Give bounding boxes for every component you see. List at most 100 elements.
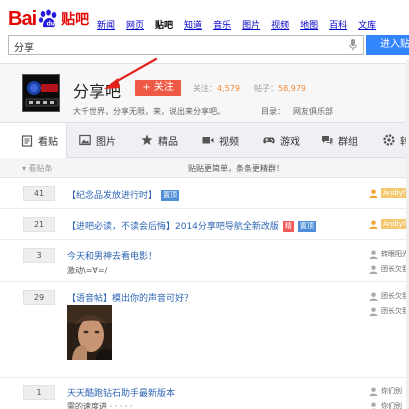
tab-video[interactable]: 视频 <box>202 123 239 157</box>
thread-title-text: 【进吧必读，不读会后悔】2014分享吧导航全新改版 <box>67 222 279 232</box>
thread-title[interactable]: 【纪念品发放进行时】 置顶 <box>67 188 180 201</box>
thread-author[interactable]: 你们别 <box>369 386 402 396</box>
thread-author[interactable]: 团长欠我 <box>369 291 409 301</box>
star-icon <box>141 134 153 145</box>
pinned-badge: 置顶 <box>297 221 316 232</box>
collapse-label: 看贴条 <box>28 164 53 173</box>
enter-tieba-button[interactable]: 进入贴吧 <box>366 35 409 55</box>
last-replier-name: 你们别 <box>381 402 402 409</box>
image-icon <box>79 134 91 146</box>
thread-author[interactable]: Andlyf <box>369 188 408 198</box>
tab-posts-label: 看贴 <box>38 137 58 148</box>
author-name: 你们别 <box>381 387 402 395</box>
microphone-icon[interactable] <box>349 39 357 51</box>
nav-news[interactable]: 新闻 <box>97 18 115 31</box>
video-icon <box>202 137 214 144</box>
thread-author[interactable]: 转眼阳光 <box>369 249 409 259</box>
follow-stat-label: 关注： <box>193 84 217 93</box>
thread-title[interactable]: 今天和男神去看电影！ <box>67 249 157 262</box>
nav-music[interactable]: 音乐 <box>213 18 231 31</box>
directory-link[interactable]: 网友俱乐部 <box>293 107 333 116</box>
nav-map[interactable]: 地图 <box>300 18 318 31</box>
tab-games[interactable]: 游戏 <box>263 123 300 157</box>
top-nav: 新闻 网页 贴吧 知道 音乐 图片 视频 地图 百科 文库 <box>97 18 387 31</box>
follow-stat: 关注：4,579 <box>193 83 240 94</box>
forum-name: 分享吧 <box>73 82 122 101</box>
forum-avatar[interactable] <box>22 74 60 112</box>
nav-zhidao[interactable]: 知道 <box>184 18 202 31</box>
thread-title[interactable]: 天天酷跑钻石助手最新版本 <box>67 386 175 399</box>
nav-baike[interactable]: 百科 <box>329 18 347 31</box>
author-name: 转眼阳光 <box>381 250 409 258</box>
forum-tabs: 看贴 图片 精品 视频 游戏 群组 转 <box>0 122 409 158</box>
reply-count: 3 <box>23 248 55 263</box>
logo-tieba: 贴吧 <box>61 12 90 28</box>
reply-count: 41 <box>23 186 55 201</box>
search-input[interactable]: 分享 <box>8 35 364 55</box>
user-icon <box>369 249 378 259</box>
logo-bai: Bai <box>8 7 37 30</box>
user-icon <box>369 386 378 396</box>
user-icon <box>369 188 378 198</box>
author-name: Andlyf <box>381 219 408 229</box>
nav-web[interactable]: 网页 <box>126 18 144 31</box>
tab-video-label: 视频 <box>219 136 239 148</box>
baidu-tieba-logo[interactable]: Bai du 贴吧 <box>8 6 89 32</box>
thread-title-text: 天天酷跑钻石助手最新版本 <box>67 389 176 399</box>
nav-images[interactable]: 图片 <box>242 18 260 31</box>
tab-groups-label: 群组 <box>338 136 358 148</box>
follow-count: 4,579 <box>217 84 240 93</box>
search-query: 分享 <box>14 43 34 54</box>
user-icon <box>369 219 378 229</box>
nav-wenku[interactable]: 文库 <box>358 18 376 31</box>
thread-excerpt: 激动\=∀=/ <box>67 266 108 275</box>
user-icon <box>369 264 378 274</box>
reply-count: 29 <box>23 290 55 305</box>
tab-featured[interactable]: 精品 <box>141 123 178 157</box>
post-stat: 帖子：58,979 <box>254 83 306 94</box>
share-icon <box>383 134 395 146</box>
last-replier-name: 团长欠我 <box>381 265 409 273</box>
thread-title[interactable]: 【语音帖】模出你的声音可好？ <box>67 291 193 304</box>
tab-games-label: 游戏 <box>280 136 300 148</box>
last-replier[interactable]: 团长欠我 <box>369 306 409 316</box>
tab-images[interactable]: 图片 <box>79 123 116 157</box>
user-icon <box>369 291 378 301</box>
thread-excerpt: 需的速度进 · · · · · <box>67 402 133 409</box>
user-icon <box>369 306 378 316</box>
gamepad-icon <box>263 137 275 144</box>
thread-title-text: 【纪念品发放进行时】 <box>67 191 158 201</box>
forum-header: 分享吧 + 关注 关注：4,579 帖子：58,979 大千世界，分享无限，来，… <box>0 63 409 122</box>
essence-badge: 精 <box>282 221 294 232</box>
forum-avatar-image <box>23 75 59 111</box>
doc-icon <box>21 134 33 147</box>
reply-count: 1 <box>23 385 55 400</box>
last-replier-name: 团长欠我 <box>381 307 409 315</box>
thread-title[interactable]: 【进吧必读，不读会后悔】2014分享吧导航全新改版精置顶 <box>67 219 316 232</box>
tab-posts[interactable]: 看贴 <box>0 123 67 158</box>
notice-text: 贴贴更简单，条条更精群！ <box>188 164 284 173</box>
top-header: Bai du 贴吧 新闻 网页 贴吧 知道 音乐 图片 视频 地图 百科 文库 … <box>0 0 409 63</box>
nav-video[interactable]: 视频 <box>271 18 289 31</box>
last-replier[interactable]: 团长欠我 <box>369 264 409 274</box>
post-count: 58,979 <box>278 84 306 93</box>
last-replier[interactable]: 你们别 <box>369 401 402 409</box>
thread-author[interactable]: Andlyf <box>369 219 408 229</box>
tab-images-label: 图片 <box>96 136 116 148</box>
collapse-toggle[interactable]: ▾ 看贴条 <box>22 163 53 174</box>
thread-row: 41 【纪念品发放进行时】 置顶 Andlyf <box>0 178 409 209</box>
thread-row: 3 今天和男神去看电影！ 激动\=∀=/ 转眼阳光 团长欠我 <box>0 240 409 282</box>
follow-button[interactable]: + 关注 <box>135 80 181 96</box>
svg-text:du: du <box>47 21 56 28</box>
user-icon <box>370 401 377 409</box>
thread-thumbnail[interactable] <box>67 305 112 360</box>
author-name: 团长欠我 <box>381 292 409 300</box>
tab-groups[interactable]: 群组 <box>321 123 358 157</box>
directory-label: 目录： <box>261 107 285 116</box>
reply-count: 21 <box>23 217 55 232</box>
nav-tieba[interactable]: 贴吧 <box>155 18 173 31</box>
notice-bar: ▾ 看贴条 贴贴更简单，条条更精群！ <box>0 158 409 178</box>
thread-row: 29 【语音帖】模出你的声音可好？ 团长欠我 团长欠我 <box>0 282 409 378</box>
paw-logo-icon: du <box>39 9 57 28</box>
pinned-badge: 置顶 <box>161 190 180 201</box>
